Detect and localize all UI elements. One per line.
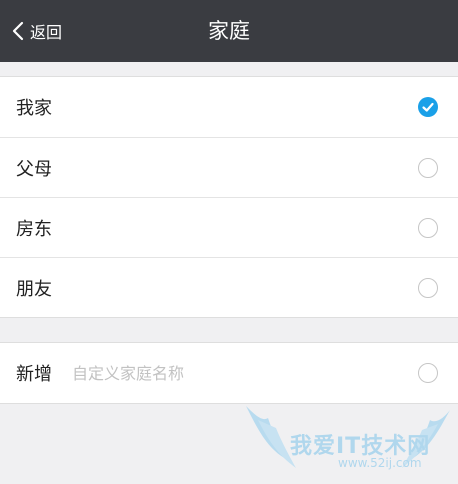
custom-name-input[interactable]	[72, 363, 372, 383]
option-row-pengyou[interactable]: 朋友	[0, 257, 458, 317]
checked-radio-icon[interactable]	[418, 97, 438, 117]
option-row-fangdong[interactable]: 房东	[0, 197, 458, 257]
family-option-list: 我家 父母 房东 朋友	[0, 76, 458, 318]
custom-label: 新增	[16, 364, 52, 385]
unchecked-radio-icon[interactable]	[418, 217, 438, 238]
option-label: 房东	[16, 218, 52, 240]
custom-option-list: 新增	[0, 342, 458, 404]
unchecked-radio-icon[interactable]	[418, 277, 438, 298]
option-label: 父母	[16, 158, 52, 180]
custom-option-row[interactable]: 新增	[0, 343, 458, 403]
option-row-fumu[interactable]: 父母	[0, 137, 458, 197]
option-row-wojia[interactable]: 我家	[0, 77, 458, 137]
unchecked-radio-icon[interactable]	[418, 157, 438, 178]
option-label: 我家	[16, 98, 52, 119]
watermark-logo: 我爱IT技术网 www.52ij.com	[238, 400, 458, 480]
page-title: 家庭	[208, 19, 250, 43]
watermark-url: www.52ij.com	[338, 456, 422, 470]
option-label: 朋友	[16, 278, 52, 300]
nav-bar: 返回 家庭	[0, 0, 458, 62]
unchecked-radio-icon[interactable]	[418, 363, 438, 383]
